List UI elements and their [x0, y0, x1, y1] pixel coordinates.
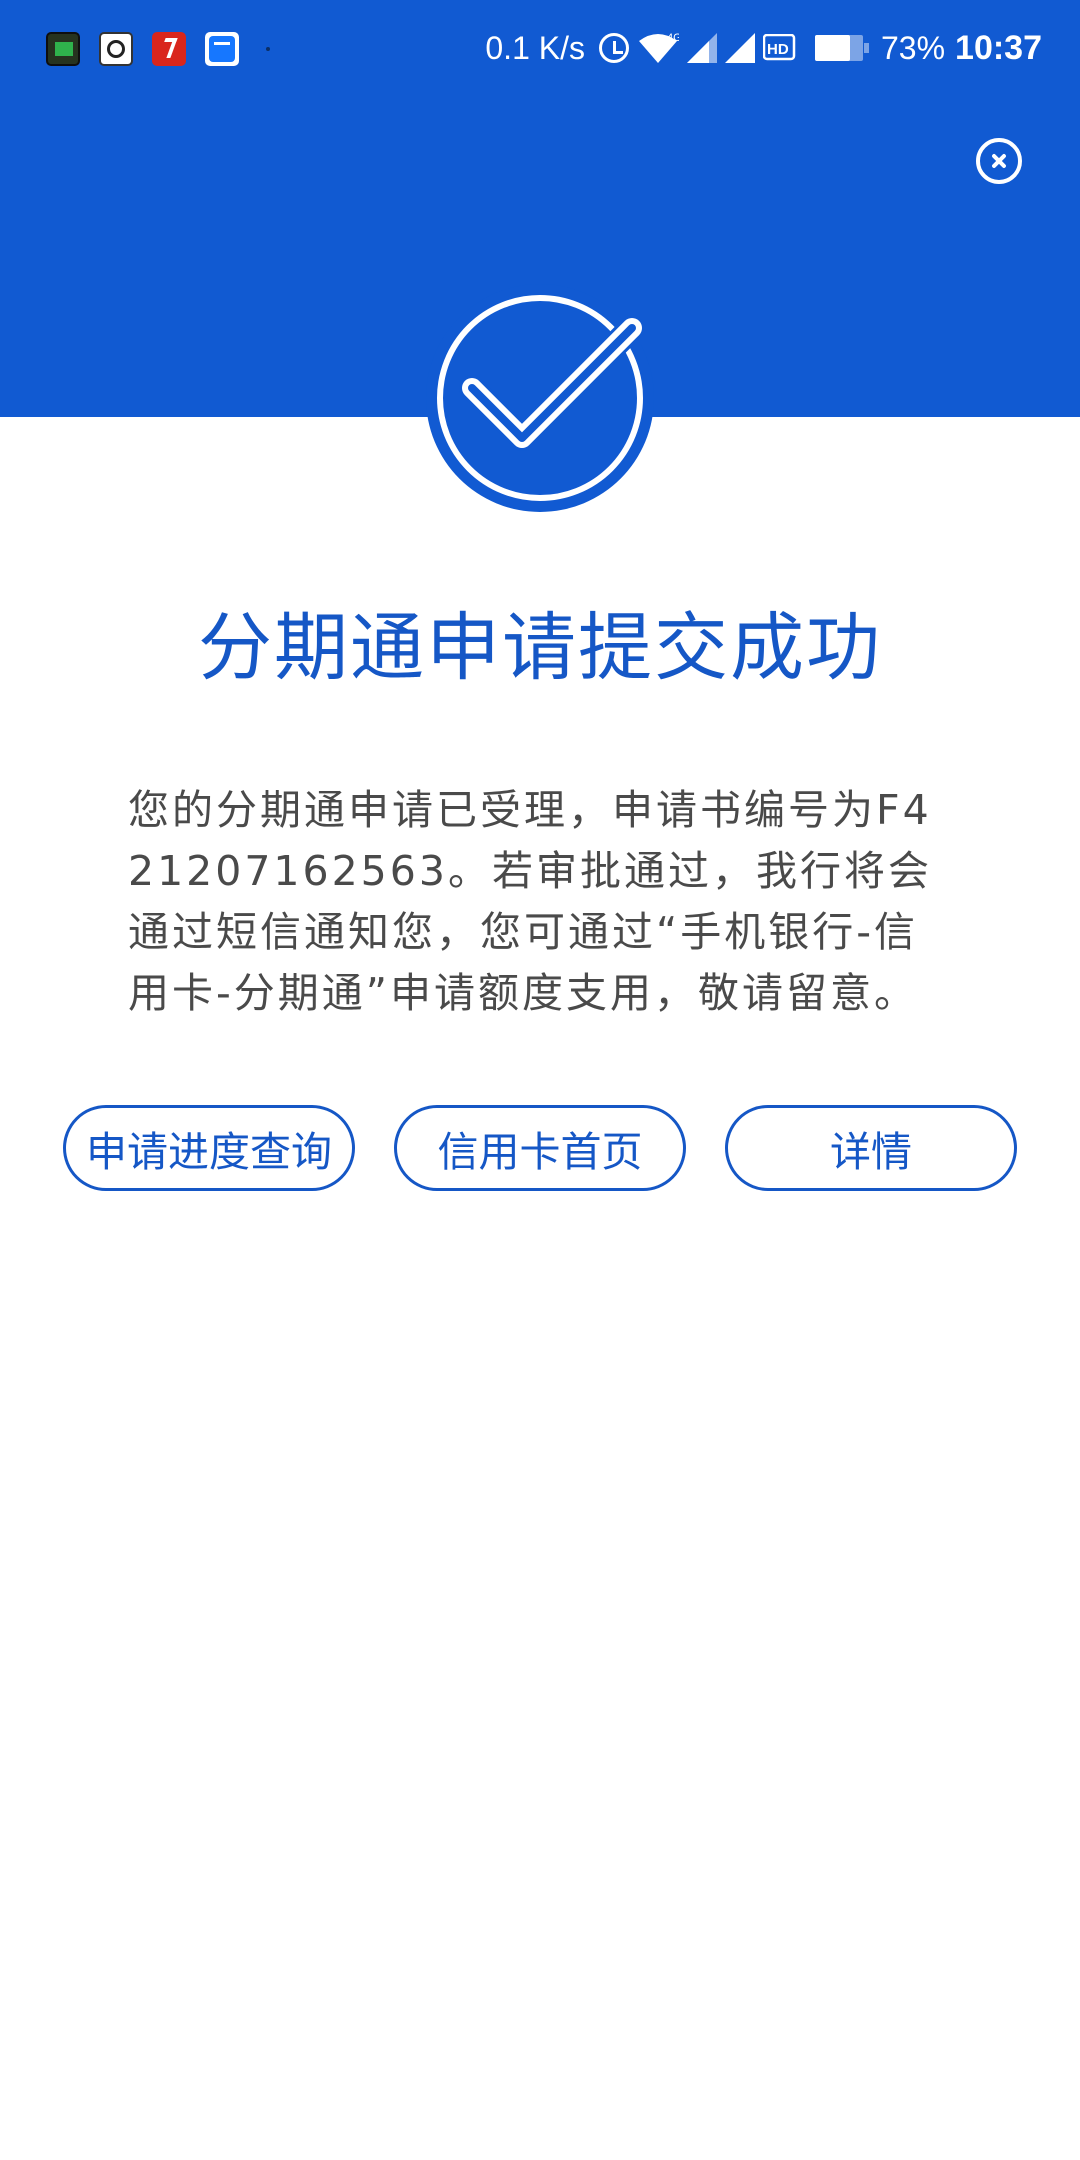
status-bar: 0.1 K/s 4G HD 73% 10:37: [0, 0, 1080, 96]
wifi-icon: 4G: [637, 31, 679, 65]
hd-voice-icon: HD: [762, 34, 797, 62]
signal-icon-sim2: [724, 33, 755, 63]
bank-app-icon: [99, 32, 133, 66]
battery-percent: 73%: [880, 29, 946, 66]
details-button[interactable]: 详情: [725, 1105, 1017, 1191]
network-type-label: 4G: [667, 32, 679, 44]
clock: 10:37: [955, 28, 1042, 67]
network-speed: 0.1 K/s: [485, 29, 585, 66]
hd-label: HD: [767, 41, 789, 58]
success-check-icon: [426, 284, 654, 512]
status-indicators: 0.1 K/s 4G HD 73% 10:37: [485, 24, 1042, 72]
alarm-icon: [598, 33, 629, 63]
action-buttons: 申请进度查询 信用卡首页 详情: [63, 1105, 1019, 1191]
terminal-app-icon: [46, 32, 80, 66]
progress-query-button[interactable]: 申请进度查询: [63, 1105, 355, 1191]
credit-card-home-button[interactable]: 信用卡首页: [394, 1105, 686, 1191]
alipay-app-icon: [205, 32, 239, 66]
shopping-app-icon: [152, 32, 186, 66]
more-notifications-dot: [266, 47, 270, 51]
screen: 0.1 K/s 4G HD 73% 10:37 分期通申请提交成功 您的分期通申…: [0, 0, 1080, 2160]
result-message: 您的分期通申请已受理，申请书编号为F421207162563。若审批通过，我行将…: [128, 786, 932, 1017]
signal-icon-sim1: [686, 33, 717, 63]
close-button[interactable]: [976, 138, 1022, 184]
notification-icons: [46, 32, 270, 66]
battery-icon: [814, 35, 869, 61]
page-title: 分期通申请提交成功: [198, 605, 882, 691]
